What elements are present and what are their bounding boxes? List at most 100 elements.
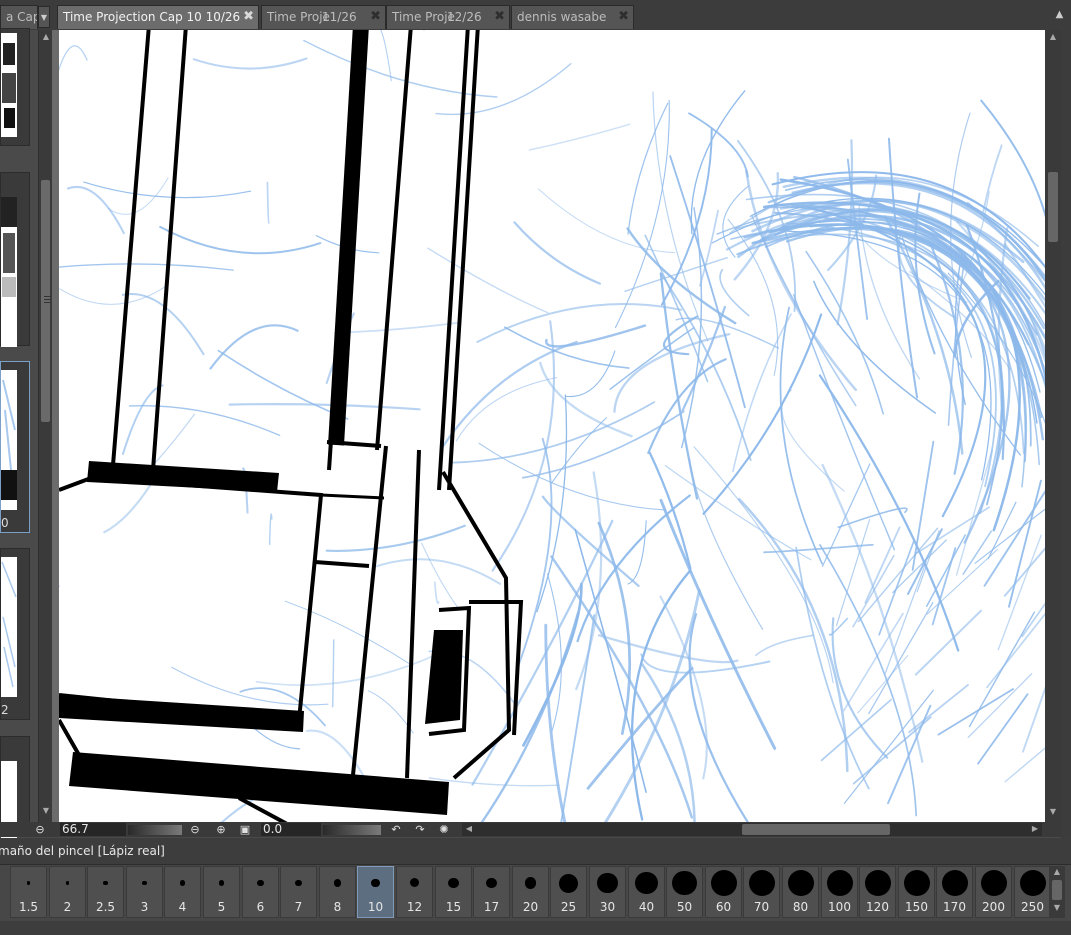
canvas-vertical-scrollbar[interactable]: ▲ ▼ xyxy=(1045,30,1061,822)
brush-size-option[interactable]: 8 xyxy=(319,866,356,918)
brush-size-label: 150 xyxy=(905,900,928,914)
panel-header: maño del pincel [Lápiz real] xyxy=(0,838,1071,865)
tab-time-projection-12[interactable]: Time Proje 12/26 ✖ xyxy=(386,5,510,29)
sketch-stroke xyxy=(982,144,1003,213)
brush-size-label: 80 xyxy=(792,900,809,914)
scroll-down-icon[interactable]: ▼ xyxy=(1050,903,1064,912)
scroll-down-icon[interactable]: ▼ xyxy=(39,806,53,815)
canvas-horizontal-scrollbar[interactable]: ◀ ▶ xyxy=(462,823,1042,836)
brush-size-scrollbar[interactable]: ▲ ▼ xyxy=(1049,866,1065,918)
sketch-stroke xyxy=(325,524,466,552)
brush-preview-dot xyxy=(524,877,537,889)
zoom-slider[interactable] xyxy=(128,825,182,835)
tab-time-projection-cap-10[interactable]: Time Projection Cap 10 10/26 ✖ xyxy=(57,5,259,29)
tab-menu-icon[interactable]: ▲ xyxy=(1052,7,1067,22)
brush-size-label: 120 xyxy=(866,900,889,914)
zoom-in-icon[interactable]: ⊕ xyxy=(214,823,228,836)
brush-size-option[interactable]: 80 xyxy=(782,866,819,918)
brush-size-option[interactable]: 20 xyxy=(512,866,549,918)
page-thumbnail[interactable] xyxy=(0,28,30,146)
tab-time-projection-11[interactable]: Time Proje 11/26 ✖ xyxy=(261,5,386,29)
brush-size-option[interactable]: 120 xyxy=(859,866,896,918)
brush-size-option[interactable]: 12 xyxy=(396,866,433,918)
brush-size-label: 25 xyxy=(560,900,577,914)
tab-label: Time Proje xyxy=(267,10,330,24)
brush-size-option[interactable]: 170 xyxy=(936,866,973,918)
page-strip-scrollbar[interactable]: ▲ ▼ xyxy=(38,30,52,822)
rotation-value-field[interactable]: 0.0 xyxy=(261,823,321,836)
brush-size-option[interactable]: 70 xyxy=(743,866,780,918)
brush-size-option[interactable]: 250 xyxy=(1014,866,1051,918)
scrollbar-thumb[interactable] xyxy=(1052,880,1062,900)
sketch-stroke xyxy=(83,181,252,199)
brush-size-option[interactable]: 100 xyxy=(821,866,858,918)
close-icon[interactable]: ✖ xyxy=(370,6,381,28)
brush-size-option[interactable]: 25 xyxy=(550,866,587,918)
reset-rotation-icon[interactable]: ✺ xyxy=(437,823,451,836)
brush-size-option[interactable]: 1.5 xyxy=(10,866,47,918)
rotate-left-icon[interactable]: ↶ xyxy=(389,823,403,836)
brush-size-option[interactable]: 200 xyxy=(975,866,1012,918)
scroll-left-icon[interactable]: ◀ xyxy=(462,824,476,833)
canvas-area[interactable] xyxy=(52,30,1045,822)
brush-size-option[interactable]: 6 xyxy=(242,866,279,918)
scrollbar-thumb[interactable] xyxy=(1048,172,1058,242)
fit-icon[interactable]: ▣ xyxy=(238,823,252,836)
brush-size-option[interactable]: 5 xyxy=(203,866,240,918)
brush-size-option[interactable]: 17 xyxy=(473,866,510,918)
brush-size-option[interactable]: 60 xyxy=(705,866,742,918)
brush-size-option[interactable]: 2 xyxy=(49,866,86,918)
brush-size-option[interactable]: 7 xyxy=(280,866,317,918)
brush-size-option[interactable]: 150 xyxy=(898,866,935,918)
window-edge xyxy=(1061,30,1071,840)
brush-size-option[interactable]: 2.5 xyxy=(87,866,124,918)
brush-size-option[interactable]: 4 xyxy=(164,866,201,918)
page-preview xyxy=(1,197,17,347)
close-icon[interactable]: ✖ xyxy=(494,6,505,28)
brush-size-label: 12 xyxy=(406,900,423,914)
scroll-up-icon[interactable]: ▲ xyxy=(1046,32,1060,41)
close-icon[interactable]: ✖ xyxy=(243,6,254,28)
tab-time-projection-cap-1[interactable]: a Cap 1 xyxy=(0,5,38,29)
sketch-stroke xyxy=(209,324,299,370)
brush-size-label: 40 xyxy=(638,900,655,914)
brush-preview-dot xyxy=(980,870,1007,896)
sketch-stroke xyxy=(987,501,1017,560)
brush-size-option[interactable]: 10 xyxy=(357,866,394,918)
sketch-stroke xyxy=(693,446,834,684)
brush-size-option[interactable]: 15 xyxy=(435,866,472,918)
scroll-down-icon[interactable]: ▼ xyxy=(1046,807,1060,816)
rotate-right-icon[interactable]: ↷ xyxy=(413,823,427,836)
brush-size-label: 50 xyxy=(676,900,693,914)
brush-size-label: 17 xyxy=(483,900,500,914)
sketch-stroke xyxy=(967,673,1033,739)
scroll-up-icon[interactable]: ▲ xyxy=(1050,867,1064,876)
drawing-canvas[interactable] xyxy=(52,30,1045,822)
page-thumbnail[interactable]: 2 xyxy=(0,548,30,720)
brush-size-option[interactable]: 40 xyxy=(628,866,665,918)
brush-size-option[interactable]: 30 xyxy=(589,866,626,918)
zoom-out-icon[interactable]: ⊖ xyxy=(33,823,47,836)
brush-preview-dot xyxy=(787,870,814,896)
scrollbar-thumb[interactable] xyxy=(41,180,51,422)
close-icon[interactable]: ✖ xyxy=(618,6,629,28)
brush-size-option[interactable]: 3 xyxy=(126,866,163,918)
page-thumbnail[interactable]: 0 xyxy=(0,361,30,533)
page-thumbnail[interactable] xyxy=(0,172,30,347)
sketch-stroke xyxy=(614,99,670,329)
zoom-value-field[interactable]: 66.7 xyxy=(60,823,126,836)
page-thumbnail[interactable] xyxy=(0,736,30,841)
scroll-up-icon[interactable]: ▲ xyxy=(39,32,53,41)
sketch-stroke xyxy=(52,263,234,271)
tab-list-dropdown-button[interactable]: ▼ xyxy=(38,6,50,28)
tab-dennis-wasabe[interactable]: dennis wasabe ✖ xyxy=(511,5,634,29)
sketch-stroke xyxy=(435,63,572,116)
rotation-slider[interactable] xyxy=(323,825,381,835)
brush-size-option[interactable]: 50 xyxy=(666,866,703,918)
zoom-out-icon[interactable]: ⊖ xyxy=(188,823,202,836)
page-thumbnail-strip: 0 2 xyxy=(0,28,38,841)
sketch-stroke xyxy=(699,209,719,287)
brush-size-label: 3 xyxy=(140,900,149,914)
scrollbar-thumb[interactable] xyxy=(742,824,890,835)
scroll-right-icon[interactable]: ▶ xyxy=(1028,824,1042,833)
